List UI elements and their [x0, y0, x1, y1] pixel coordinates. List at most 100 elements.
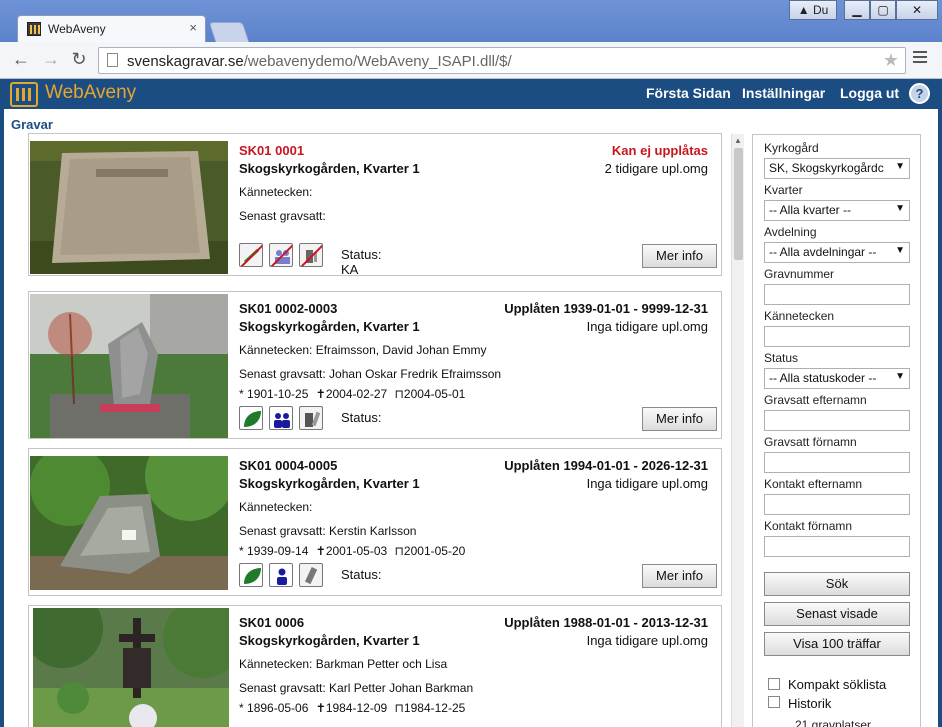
- grave-mark: Kännetecken:: [239, 500, 313, 514]
- frame-right: [938, 79, 942, 727]
- recent-button[interactable]: Senast visade: [764, 602, 910, 626]
- grave-status: Upplåten 1994-01-01 - 2026-12-31: [504, 458, 708, 473]
- grave-location: Skogskyrkogården, Kvarter 1: [239, 476, 420, 491]
- breadcrumb[interactable]: Gravar: [11, 117, 53, 132]
- grave-dates: * 1901-10-25 ✝2004-02-27 ⊓2004-05-01: [239, 387, 465, 401]
- kannetecken-input[interactable]: [764, 326, 910, 347]
- born-date: 1939-09-14: [247, 544, 309, 558]
- browser-toolbar: ← → ↻ svenskagravar.se/webavenydemo/WebA…: [0, 42, 942, 78]
- new-tab-button[interactable]: [208, 22, 250, 42]
- born-icon: *: [239, 387, 244, 401]
- forward-icon[interactable]: →: [40, 49, 62, 70]
- back-icon[interactable]: ←: [10, 49, 32, 70]
- favicon-icon: [27, 22, 41, 36]
- search-button[interactable]: Sök: [764, 572, 910, 596]
- burial-icon: ⊓: [394, 701, 404, 715]
- history-label: Historik: [788, 696, 832, 711]
- more-info-button[interactable]: Mer info: [642, 564, 717, 588]
- history-checkbox[interactable]: [768, 696, 780, 708]
- menu-icon[interactable]: [913, 51, 927, 66]
- minimize-button[interactable]: ▁: [844, 0, 870, 20]
- scroll-thumb[interactable]: [734, 148, 743, 260]
- status-select[interactable]: -- Alla statuskoder -- ▼: [764, 368, 910, 389]
- status-label: Status: KA: [341, 247, 382, 277]
- webaveny-logo-icon: [10, 82, 38, 107]
- more-info-button[interactable]: Mer info: [642, 244, 717, 268]
- compact-label: Kompakt söklista: [788, 677, 887, 692]
- born-date: 1896-05-06: [247, 701, 309, 715]
- maximize-button[interactable]: ▢: [870, 0, 896, 20]
- avdelning-label: Avdelning: [764, 225, 817, 239]
- grave-card: SK01 0004-0005 Upplåten 1994-01-01 - 202…: [28, 448, 722, 596]
- grave-status: Upplåten 1988-01-01 - 2013-12-31: [504, 615, 708, 630]
- cross-icon: ✝: [315, 387, 326, 401]
- help-icon[interactable]: ?: [909, 83, 930, 104]
- leaf-icon: [239, 563, 263, 587]
- status-label: Status:: [341, 410, 382, 425]
- grave-id[interactable]: SK01 0006: [239, 615, 304, 630]
- tab-bar: WebAveny × ▲ Du ▁ ▢ ✕: [0, 0, 942, 42]
- grave-id[interactable]: SK01 0001: [239, 143, 304, 158]
- kontakt-efternamn-input[interactable]: [764, 494, 910, 515]
- kyrkogard-select[interactable]: SK, Skogskyrkogårdc ▼: [764, 158, 910, 179]
- kontakt-efternamn-label: Kontakt efternamn: [764, 477, 863, 491]
- close-tab-icon[interactable]: ×: [189, 20, 197, 35]
- gravnummer-input[interactable]: [764, 284, 910, 305]
- status-value: -- Alla statuskoder --: [769, 371, 877, 385]
- avdelning-value: -- Alla avdelningar --: [769, 245, 877, 259]
- grave-id[interactable]: SK01 0002-0003: [239, 301, 337, 316]
- scroll-up-icon[interactable]: ▲: [734, 136, 742, 145]
- bookmark-star-icon[interactable]: ★: [883, 50, 899, 71]
- grave-location: Skogskyrkogården, Kvarter 1: [239, 633, 420, 648]
- death-date: 2001-05-03: [325, 544, 388, 558]
- status-filter-label: Status: [764, 351, 799, 365]
- nav-installningar[interactable]: Inställningar: [742, 85, 825, 101]
- grave-photo: [33, 608, 229, 727]
- grave-previous: Inga tidigare upl.omg: [586, 633, 708, 648]
- chevron-down-icon: ▼: [895, 245, 905, 256]
- efternamn-label: Gravsatt efternamn: [764, 393, 867, 407]
- grave-status: Upplåten 1939-01-01 - 9999-12-31: [504, 301, 708, 316]
- burial-icon: ⊓: [394, 544, 404, 558]
- efternamn-input[interactable]: [764, 410, 910, 431]
- window-close-button[interactable]: ✕: [896, 0, 938, 20]
- grave-id[interactable]: SK01 0004-0005: [239, 458, 337, 473]
- app-header: WebAveny Första Sidan Inställningar Logg…: [4, 79, 938, 109]
- tab-webaveny[interactable]: WebAveny ×: [17, 15, 206, 42]
- kvarter-select[interactable]: -- Alla kvarter -- ▼: [764, 200, 910, 221]
- kontakt-fornamn-label: Kontakt förnamn: [764, 519, 853, 533]
- cross-icon: ✝: [315, 701, 326, 715]
- compact-checkbox[interactable]: [768, 678, 780, 690]
- grave-photo-image: [30, 294, 228, 438]
- kyrkogard-value: SK, Skogskyrkogårdc: [769, 161, 884, 175]
- address-bar[interactable]: svenskagravar.se/webavenydemo/WebAveny_I…: [98, 47, 906, 74]
- persons-disabled-icon: [269, 243, 293, 267]
- more-info-button[interactable]: Mer info: [642, 407, 717, 431]
- burial-date: 2004-05-01: [403, 387, 466, 401]
- grave-card: SK01 0002-0003 Upplåten 1939-01-01 - 999…: [28, 291, 722, 439]
- grave-status: Kan ej upplåtas: [611, 143, 708, 158]
- fornamn-input[interactable]: [764, 452, 910, 473]
- grave-mark: Kännetecken: Efraimsson, David Johan Emm…: [239, 343, 487, 357]
- browser-chrome: WebAveny × ▲ Du ▁ ▢ ✕ ← → ↻ svenskagrava…: [0, 0, 942, 79]
- kontakt-fornamn-input[interactable]: [764, 536, 910, 557]
- leaf-disabled-icon: [239, 243, 263, 267]
- grave-dates: * 1896-05-06 ✝1984-12-09 ⊓1984-12-25: [239, 701, 465, 715]
- grave-photo: [30, 141, 228, 274]
- grave-previous: Inga tidigare upl.omg: [586, 476, 708, 491]
- user-button[interactable]: ▲ Du: [789, 0, 837, 20]
- death-date: 2004-02-27: [325, 387, 388, 401]
- results-scrollbar[interactable]: ▲: [731, 134, 744, 727]
- nav-forsta-sidan[interactable]: Första Sidan: [646, 85, 731, 101]
- burial-date: 2001-05-20: [403, 544, 466, 558]
- nav-logga-ut[interactable]: Logga ut: [840, 85, 899, 101]
- avdelning-select[interactable]: -- Alla avdelningar -- ▼: [764, 242, 910, 263]
- url-host: svenskagravar.se: [127, 53, 244, 70]
- brand-title: WebAveny: [45, 82, 137, 103]
- burial-icon: ⊓: [394, 387, 404, 401]
- show-100-button[interactable]: Visa 100 träffar: [764, 632, 910, 656]
- grave-photo: [30, 294, 228, 438]
- fornamn-label: Gravsatt förnamn: [764, 435, 857, 449]
- grave-location: Skogskyrkogården, Kvarter 1: [239, 161, 420, 176]
- reload-icon[interactable]: ↻: [68, 49, 90, 70]
